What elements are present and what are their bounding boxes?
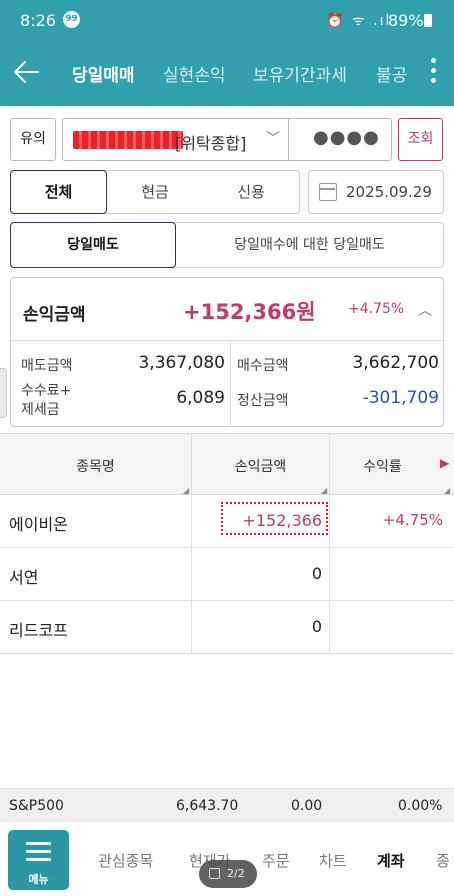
filter-segment: 전체 현금 신용 [10, 170, 300, 214]
page-count: 2/2 [227, 867, 245, 880]
notification-badge: 99 [63, 11, 80, 28]
col-header-return[interactable]: 수익률 [330, 456, 435, 476]
buy-amount-label: 매수금액 [237, 358, 289, 374]
fee-value: 6,089 [176, 388, 225, 408]
stock-name: 서연 [9, 568, 39, 587]
nav-chart[interactable]: 차트 [319, 850, 347, 871]
status-bar: 8:26 99 ⏰ ᯤ .ıl 89% [0, 0, 454, 40]
notice-button[interactable]: 유의 [10, 118, 56, 161]
menu-button[interactable]: 메뉴 [8, 830, 69, 890]
buy-amount-value: 3,662,700 [352, 353, 439, 373]
side-drawer-handle[interactable] [0, 368, 7, 418]
status-icons: ⏰ ᯤ .ıl [326, 13, 392, 29]
tab-all[interactable]: 전체 [10, 170, 107, 214]
table-row[interactable]: 리드코프 0 [0, 601, 454, 654]
battery-icon [424, 14, 432, 27]
index-change-pct: 0.00% [398, 798, 443, 814]
summary-card: 손익금액 +152,366원 +4.75% ︿ 매도금액 3,367,080 매… [10, 277, 444, 427]
nav-watchlist[interactable]: 관심종목 [98, 850, 153, 871]
col-header-name[interactable]: 종목명 [0, 456, 191, 476]
tab-holding-period-tax[interactable]: 보유기간과세 [253, 61, 347, 86]
nav-more[interactable]: 종 [436, 850, 450, 871]
account-selector[interactable]: [위탁종합] ﹀ ●●●● [62, 118, 392, 161]
tab-daily-trade[interactable]: 당일매매 [72, 61, 135, 86]
tab-credit[interactable]: 신용 [203, 171, 299, 213]
query-button[interactable]: 조회 [398, 118, 443, 161]
stock-pl: 0 [311, 617, 322, 636]
pl-value: +152,366원 [183, 300, 316, 324]
nav-order[interactable]: 주문 [262, 850, 290, 871]
nav-account[interactable]: 계좌 [377, 850, 405, 871]
app-bar: 당일매매 실현손익 보유기간과세 불공 [0, 40, 454, 106]
account-number-redacted [73, 131, 183, 149]
password-field[interactable]: ●●●● [313, 127, 380, 148]
scroll-right-icon[interactable]: ▶ [440, 456, 449, 470]
chevron-up-icon[interactable]: ︿ [418, 300, 432, 320]
tab-unfair[interactable]: 불공 [376, 61, 407, 86]
sell-amount-label: 매도금액 [21, 358, 73, 374]
table-header: 종목명 손익금액 수익률 ◢ ◢ ◢ ▶ [0, 433, 454, 495]
back-arrow-icon[interactable] [12, 58, 40, 86]
fee-label-line2: 제세금 [21, 402, 60, 418]
account-type: [위탁종합] [175, 134, 247, 153]
settlement-label: 정산금액 [237, 393, 289, 409]
highlight-box [221, 502, 328, 535]
settlement-value: -301,709 [362, 388, 439, 408]
battery-level: 89% [388, 11, 424, 30]
stock-name: 에이비온 [9, 515, 68, 534]
pl-percent: +4.75% [348, 301, 405, 317]
page-indicator: 2/2 [199, 860, 257, 888]
tab-daily-sell-of-daily-buy[interactable]: 당일매수에 대한 당일매도 [176, 223, 443, 267]
sort-icon: ◢ [444, 486, 451, 495]
stock-name: 리드코프 [9, 621, 68, 640]
date-picker[interactable]: 2025.09.29 [308, 170, 444, 214]
sort-icon: ◢ [183, 486, 190, 495]
image-icon [209, 868, 220, 879]
menu-label: 메뉴 [28, 873, 49, 886]
chevron-down-icon[interactable]: ﹀ [266, 128, 280, 148]
stock-pl: 0 [311, 564, 322, 583]
fee-label-line1: 수수료+ [21, 383, 72, 399]
pl-label: 손익금액 [23, 305, 86, 325]
sort-icon: ◢ [321, 486, 328, 495]
index-ticker[interactable]: S&P500 6,643.70 0.00 0.00% [0, 788, 454, 822]
tab-cash[interactable]: 현금 [107, 171, 203, 213]
index-value: 6,643.70 [176, 798, 239, 814]
sell-type-segment: 당일매도 당일매수에 대한 당일매도 [10, 222, 444, 268]
more-options-icon[interactable] [430, 58, 438, 88]
menu-icon [26, 842, 51, 866]
table-row[interactable]: 서연 0 [0, 548, 454, 601]
index-change: 0.00 [291, 798, 323, 814]
status-time: 8:26 [20, 11, 56, 30]
date-value: 2025.09.29 [346, 183, 432, 201]
stock-return: +4.75% [382, 511, 443, 529]
tab-realized-pl[interactable]: 실현손익 [163, 61, 226, 86]
sell-amount-value: 3,367,080 [138, 353, 225, 373]
calendar-icon [319, 183, 337, 201]
col-header-pl[interactable]: 손익금액 [192, 456, 329, 476]
tab-daily-sell[interactable]: 당일매도 [10, 222, 176, 268]
index-name: S&P500 [9, 798, 64, 814]
